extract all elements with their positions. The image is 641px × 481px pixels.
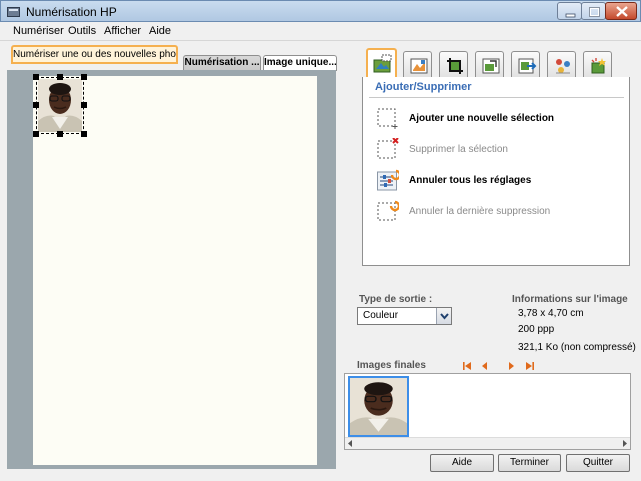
delete-selection-label: Supprimer la sélection <box>409 144 508 155</box>
selection-handle[interactable] <box>33 74 39 80</box>
app-icon <box>7 7 20 17</box>
menu-numeriser[interactable]: Numériser <box>13 25 64 37</box>
tool-tab-add-remove[interactable] <box>366 48 397 78</box>
tab-scan-new-photos[interactable]: Numériser une ou des nouvelles photos <box>11 45 178 64</box>
selection-handle[interactable] <box>57 74 63 80</box>
output-type-value: Couleur <box>363 310 399 321</box>
enhance-icon <box>591 58 606 74</box>
tool-tab-enhance[interactable] <box>583 51 612 77</box>
quit-button[interactable]: Quitter <box>566 454 630 472</box>
tab-scan-preview[interactable]: Numérisation ... <box>183 55 261 71</box>
dropdown-arrow[interactable] <box>436 308 451 324</box>
minimize-button[interactable] <box>557 2 582 20</box>
finish-button[interactable]: Terminer <box>498 454 561 472</box>
image-dimensions: 3,78 x 4,70 cm <box>518 308 584 319</box>
output-type-label: Type de sortie : <box>359 294 433 305</box>
output-type-select[interactable]: Couleur <box>357 307 452 325</box>
tool-tab-image-adjust[interactable] <box>403 51 432 77</box>
close-icon <box>616 6 628 17</box>
undo-delete-label: Annuler la dernière suppression <box>409 206 551 217</box>
title-bar[interactable]: Numérisation HP <box>0 0 641 22</box>
add-remove-icon <box>373 54 392 73</box>
help-button[interactable]: Aide <box>430 454 494 472</box>
first-image-icon[interactable] <box>462 361 472 371</box>
color-settings-icon <box>556 59 570 74</box>
selection-handle[interactable] <box>33 102 39 108</box>
add-selection-icon[interactable] <box>377 108 399 130</box>
selection-handle[interactable] <box>57 131 63 137</box>
tool-tab-crop[interactable] <box>439 51 468 77</box>
tool-tab-color-settings[interactable] <box>547 51 576 77</box>
last-image-icon[interactable] <box>525 361 535 371</box>
delete-selection-icon <box>377 138 399 159</box>
selection-handle[interactable] <box>81 131 87 137</box>
chevron-down-icon <box>440 313 449 320</box>
menu-afficher[interactable]: Afficher <box>104 25 141 37</box>
selection-handle[interactable] <box>81 74 87 80</box>
maximize-button[interactable] <box>581 2 606 20</box>
tab-single-image[interactable]: Image unique... <box>263 55 337 71</box>
resize-icon <box>482 58 500 74</box>
close-button[interactable] <box>605 2 637 20</box>
selection-handle[interactable] <box>81 102 87 108</box>
next-image-icon[interactable] <box>506 361 516 371</box>
maximize-icon <box>589 7 600 17</box>
window-title: Numérisation HP <box>26 5 117 19</box>
undo-delete-icon <box>377 200 399 221</box>
minimize-icon <box>565 13 576 18</box>
crop-icon <box>447 58 463 74</box>
final-images-strip[interactable] <box>344 373 631 450</box>
final-image-thumbnail[interactable] <box>348 376 409 437</box>
menu-aide[interactable]: Aide <box>149 25 171 37</box>
image-adjust-icon <box>410 58 428 74</box>
menu-bar: Numériser Outils Afficher Aide <box>0 22 641 41</box>
portrait-thumbnail-icon <box>350 378 407 435</box>
final-images-label: Images finales <box>357 360 426 371</box>
tool-tab-export[interactable] <box>511 51 540 77</box>
reset-settings-icon[interactable] <box>377 169 399 191</box>
tool-tab-resize[interactable] <box>475 51 504 77</box>
scanned-page <box>33 76 317 465</box>
horizontal-scrollbar[interactable] <box>345 437 630 449</box>
image-info-heading: Informations sur l'image <box>512 294 628 305</box>
add-remove-panel: Ajouter/Supprimer Ajouter une nouvelle s… <box>362 77 630 266</box>
scroll-left-icon[interactable] <box>347 440 354 447</box>
selection-handle[interactable] <box>33 131 39 137</box>
export-icon <box>518 58 537 74</box>
image-resolution: 200 ppp <box>518 324 555 335</box>
image-size: 321,1 Ko (non compressé) <box>518 342 636 353</box>
photo-selection-frame[interactable] <box>36 77 84 134</box>
menu-outils[interactable]: Outils <box>68 25 96 37</box>
scroll-right-icon[interactable] <box>621 440 628 447</box>
add-selection-label[interactable]: Ajouter une nouvelle sélection <box>409 113 554 124</box>
panel-divider <box>369 97 624 98</box>
panel-title: Ajouter/Supprimer <box>375 81 472 93</box>
reset-settings-label[interactable]: Annuler tous les réglages <box>409 175 531 186</box>
previous-image-icon[interactable] <box>480 361 490 371</box>
